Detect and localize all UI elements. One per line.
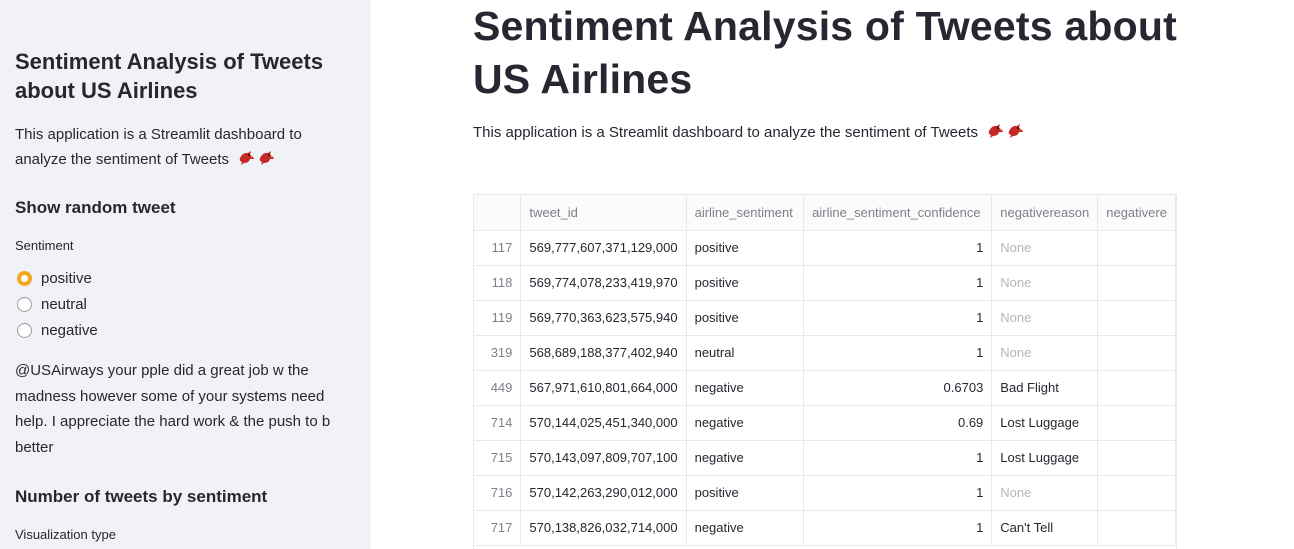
sidebar: Sentiment Analysis of Tweets about US Ai…: [0, 0, 370, 549]
page-title: Sentiment Analysis of Tweets about US Ai…: [473, 3, 1177, 102]
cell-confidence[interactable]: 1: [803, 300, 993, 336]
radio-unchecked-icon[interactable]: [17, 323, 32, 338]
tweet-count-header: Number of tweets by sentiment: [15, 487, 268, 506]
column-header[interactable]: tweet_id: [520, 195, 687, 231]
cardinal-bird-icon: [986, 123, 1026, 143]
table-row[interactable]: 717 570,138,826,032,714,000 negative 1 Can't…: [474, 510, 1176, 546]
row-index[interactable]: 716: [474, 475, 522, 511]
row-index[interactable]: 715: [474, 440, 522, 476]
table-row[interactable]: 716 570,142,263,290,012,000 positive 1 None: [474, 475, 1176, 511]
cell-negative-reason[interactable]: Can't Tell: [991, 510, 1099, 546]
cell-negative-reason-confidence[interactable]: [1097, 475, 1176, 511]
cell-confidence[interactable]: 1: [803, 475, 993, 511]
cell-negative-reason[interactable]: None: [991, 300, 1099, 336]
cell-tweet-id[interactable]: 569,770,363,623,575,940: [520, 300, 687, 336]
table-row[interactable]: 319 568,689,188,377,402,940 neutral 1 None: [474, 335, 1176, 371]
table-row[interactable]: 449 567,971,610,801,664,000 negative 0.6703…: [474, 370, 1176, 406]
cell-negative-reason[interactable]: None: [991, 335, 1099, 371]
cell-tweet-id[interactable]: 569,777,607,371,129,000: [520, 230, 687, 266]
column-header[interactable]: [474, 195, 522, 231]
cell-confidence[interactable]: 0.6703: [803, 370, 993, 406]
random-tweet-text: @USAirways your pple did a great job w t…: [15, 362, 331, 456]
cell-sentiment[interactable]: neutral: [686, 335, 805, 371]
cell-confidence[interactable]: 1: [803, 510, 993, 546]
cell-negative-reason-confidence[interactable]: [1097, 440, 1176, 476]
cell-confidence[interactable]: 1: [803, 230, 993, 266]
table-row[interactable]: 118 569,774,078,233,419,970 positive 1 None: [474, 265, 1176, 301]
radio-checked-icon[interactable]: [17, 271, 32, 286]
cell-tweet-id[interactable]: 568,689,188,377,402,940: [520, 335, 687, 371]
table-body: 117 569,777,607,371,129,000 positive 1 None 1…: [474, 230, 1176, 546]
cell-sentiment[interactable]: positive: [686, 300, 805, 336]
table-row[interactable]: 715 570,143,097,809,707,100 negative 1 Lost …: [474, 440, 1176, 476]
cell-negative-reason[interactable]: None: [991, 230, 1099, 266]
row-index[interactable]: 119: [474, 300, 522, 336]
cell-negative-reason-confidence[interactable]: [1097, 300, 1176, 336]
radio-negative[interactable]: negative: [17, 322, 98, 339]
cell-sentiment[interactable]: positive: [686, 475, 805, 511]
row-index[interactable]: 118: [474, 265, 522, 301]
table-header-row: tweet_id airline_sentiment airline_senti…: [474, 195, 1176, 231]
cell-tweet-id[interactable]: 570,144,025,451,340,000: [520, 405, 687, 441]
page-description: This application is a Streamlit dashboar…: [473, 123, 1026, 143]
cell-negative-reason[interactable]: Lost Luggage: [991, 440, 1099, 476]
radio-positive[interactable]: positive: [17, 270, 92, 287]
table-row[interactable]: 714 570,144,025,451,340,000 negative 0.69 Lo…: [474, 405, 1176, 441]
cell-negative-reason-confidence[interactable]: [1097, 405, 1176, 441]
column-header[interactable]: airline_sentiment_confidence: [803, 195, 993, 231]
radio-unchecked-icon[interactable]: [17, 297, 32, 312]
cell-negative-reason[interactable]: Bad Flight: [991, 370, 1099, 406]
cell-tweet-id[interactable]: 570,143,097,809,707,100: [520, 440, 687, 476]
cell-tweet-id[interactable]: 570,142,263,290,012,000: [520, 475, 687, 511]
cell-negative-reason[interactable]: None: [991, 265, 1099, 301]
cell-tweet-id[interactable]: 570,138,826,032,714,000: [520, 510, 687, 546]
cell-sentiment[interactable]: negative: [686, 405, 805, 441]
cardinal-bird-icon: [237, 149, 277, 174]
visualization-type-label: Visualization type: [15, 527, 116, 542]
cell-negative-reason[interactable]: Lost Luggage: [991, 405, 1099, 441]
row-index[interactable]: 319: [474, 335, 522, 371]
cell-sentiment[interactable]: negative: [686, 370, 805, 406]
sidebar-description: This application is a Streamlit dashboar…: [15, 122, 345, 174]
row-index[interactable]: 714: [474, 405, 522, 441]
cell-sentiment[interactable]: positive: [686, 230, 805, 266]
column-header[interactable]: negativereason: [991, 195, 1099, 231]
radio-label-negative: negative: [41, 322, 98, 339]
row-index[interactable]: 117: [474, 230, 522, 266]
cell-confidence[interactable]: 0.69: [803, 405, 993, 441]
random-tweet-header: Show random tweet: [15, 198, 176, 217]
sentiment-label: Sentiment: [15, 238, 74, 253]
cell-negative-reason-confidence[interactable]: [1097, 510, 1176, 546]
sidebar-title: Sentiment Analysis of Tweets about US Ai…: [15, 49, 324, 103]
cell-sentiment[interactable]: negative: [686, 510, 805, 546]
row-index[interactable]: 449: [474, 370, 522, 406]
cell-sentiment[interactable]: negative: [686, 440, 805, 476]
cell-confidence[interactable]: 1: [803, 440, 993, 476]
cell-confidence[interactable]: 1: [803, 335, 993, 371]
data-table[interactable]: tweet_id airline_sentiment airline_senti…: [473, 194, 1177, 549]
cell-negative-reason[interactable]: None: [991, 475, 1099, 511]
radio-neutral[interactable]: neutral: [17, 296, 87, 313]
column-header[interactable]: airline_sentiment: [686, 195, 805, 231]
cell-tweet-id[interactable]: 569,774,078,233,419,970: [520, 265, 687, 301]
table-row[interactable]: 119 569,770,363,623,575,940 positive 1 None: [474, 300, 1176, 336]
table-row[interactable]: 117 569,777,607,371,129,000 positive 1 None: [474, 230, 1176, 266]
radio-label-positive: positive: [41, 270, 92, 287]
row-index[interactable]: 717: [474, 510, 522, 546]
cell-confidence[interactable]: 1: [803, 265, 993, 301]
radio-label-neutral: neutral: [41, 296, 87, 313]
page-description-text: This application is a Streamlit dashboar…: [473, 124, 978, 141]
cell-negative-reason-confidence[interactable]: [1097, 370, 1176, 406]
cell-negative-reason-confidence[interactable]: [1097, 335, 1176, 371]
cell-sentiment[interactable]: positive: [686, 265, 805, 301]
column-header[interactable]: negativere: [1097, 195, 1176, 231]
cell-negative-reason-confidence[interactable]: [1097, 265, 1176, 301]
cell-tweet-id[interactable]: 567,971,610,801,664,000: [520, 370, 687, 406]
cell-negative-reason-confidence[interactable]: [1097, 230, 1176, 266]
